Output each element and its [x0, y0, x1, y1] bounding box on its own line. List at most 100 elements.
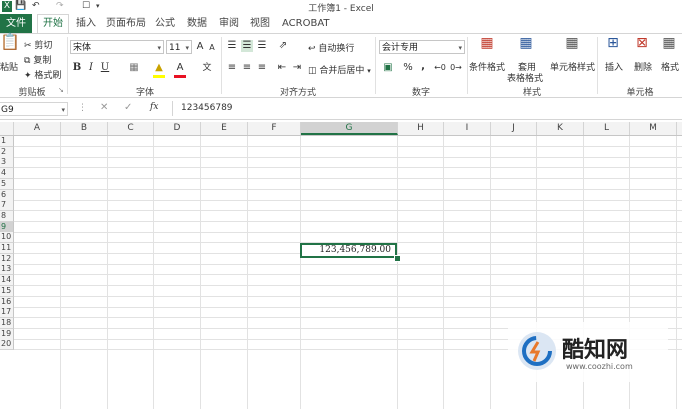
grid-row-line: [14, 264, 682, 265]
delete-cells-button[interactable]: 删除: [634, 60, 652, 73]
comma-button[interactable]: ,: [418, 61, 428, 73]
align-left-icon[interactable]: ≡: [226, 62, 238, 74]
italic-button[interactable]: I: [86, 62, 96, 74]
column-header-selected[interactable]: G: [301, 122, 398, 135]
tab-home[interactable]: 开始: [37, 14, 69, 34]
tab-data[interactable]: 数据: [187, 14, 207, 33]
insert-function-button[interactable]: fx: [150, 102, 158, 112]
border-icon[interactable]: ▦: [128, 62, 140, 74]
row-header[interactable]: 8: [0, 211, 14, 222]
row-header[interactable]: 4: [0, 168, 14, 179]
row-header[interactable]: 15: [0, 286, 14, 297]
column-header[interactable]: D: [154, 122, 201, 135]
align-top-icon[interactable]: ☰: [226, 40, 238, 52]
tab-file[interactable]: 文件: [0, 14, 32, 33]
underline-button[interactable]: U: [100, 62, 110, 74]
align-middle-icon[interactable]: ☰: [241, 40, 253, 52]
row-header[interactable]: 20: [0, 339, 14, 350]
delete-cells-icon[interactable]: ⊠: [633, 36, 651, 50]
font-size-value: 11: [169, 43, 181, 53]
row-header[interactable]: 14: [0, 275, 14, 286]
insert-cells-button[interactable]: 插入: [605, 60, 623, 73]
cell-g9[interactable]: 123,456,789.00: [300, 243, 397, 258]
percent-button[interactable]: %: [402, 62, 414, 74]
cancel-icon[interactable]: ✕: [100, 102, 108, 113]
tab-review[interactable]: 审阅: [219, 14, 239, 33]
row-header[interactable]: 5: [0, 179, 14, 190]
fill-handle[interactable]: [394, 255, 401, 262]
row-header[interactable]: 17: [0, 307, 14, 318]
merge-center-button[interactable]: ◫ 合并后居中 ▾: [308, 63, 371, 76]
cell-styles-icon[interactable]: ▦: [563, 36, 581, 50]
column-header[interactable]: C: [108, 122, 154, 135]
font-size-combo[interactable]: 11 ▾: [166, 40, 192, 54]
clipboard-launcher-icon[interactable]: ↘: [58, 86, 64, 94]
chevron-down-icon: ▾: [185, 44, 189, 52]
column-header[interactable]: J: [491, 122, 537, 135]
row-header[interactable]: 3: [0, 157, 14, 168]
format-cells-icon[interactable]: ▦: [660, 36, 678, 50]
format-as-table-icon[interactable]: ▦: [517, 36, 535, 50]
row-header[interactable]: 1: [0, 136, 14, 147]
tab-formulas[interactable]: 公式: [155, 14, 175, 33]
orientation-icon[interactable]: ⇗: [276, 40, 290, 52]
decrease-indent-icon[interactable]: ⇤: [276, 62, 288, 74]
column-header[interactable]: K: [537, 122, 584, 135]
conditional-format-icon[interactable]: ▦: [478, 36, 496, 50]
align-right-icon[interactable]: ≡: [256, 62, 268, 74]
paste-button[interactable]: 粘贴: [0, 60, 18, 73]
format-painter-button[interactable]: ✦ 格式刷: [24, 68, 61, 81]
align-bottom-icon[interactable]: ☰: [256, 40, 268, 52]
number-format-value: 会计专用: [382, 43, 419, 53]
wrap-text-button[interactable]: ↩ 自动换行: [308, 41, 354, 54]
phonetic-icon[interactable]: 文: [200, 62, 214, 74]
row-header[interactable]: 13: [0, 264, 14, 275]
name-box[interactable]: G9 ▾: [0, 102, 68, 116]
row-header[interactable]: 18: [0, 318, 14, 329]
formula-input[interactable]: 123456789: [172, 101, 682, 116]
column-header[interactable]: M: [630, 122, 677, 135]
chevron-down-icon: ▾: [367, 67, 371, 75]
format-table-line2[interactable]: 表格格式: [507, 71, 543, 84]
column-header[interactable]: H: [398, 122, 444, 135]
grid-row-line: [14, 167, 682, 168]
font-color-icon[interactable]: A: [174, 62, 186, 74]
paste-icon[interactable]: 📋: [0, 34, 20, 58]
name-box-value: G9: [1, 105, 14, 115]
row-header[interactable]: 7: [0, 200, 14, 211]
conditional-format-button[interactable]: 条件格式: [469, 60, 505, 73]
wrap-icon: ↩: [308, 44, 316, 54]
enter-icon[interactable]: ✓: [124, 102, 132, 113]
tab-view[interactable]: 视图: [250, 14, 270, 33]
column-header[interactable]: F: [248, 122, 301, 135]
cut-button[interactable]: ✂ 剪切: [24, 38, 52, 51]
insert-cells-icon[interactable]: ⊞: [604, 36, 622, 50]
tab-acrobat[interactable]: ACROBAT: [282, 14, 330, 33]
decrease-decimal-icon[interactable]: 0→: [449, 62, 463, 74]
column-header[interactable]: I: [444, 122, 491, 135]
font-name-combo[interactable]: 宋体 ▾: [70, 40, 164, 54]
select-all-corner[interactable]: [0, 122, 14, 135]
column-header[interactable]: E: [201, 122, 248, 135]
format-cells-button[interactable]: 格式: [661, 60, 679, 73]
tab-insert[interactable]: 插入: [76, 14, 96, 33]
number-format-combo[interactable]: 会计专用 ▾: [379, 40, 465, 54]
column-header[interactable]: A: [14, 122, 61, 135]
tab-page-layout[interactable]: 页面布局: [106, 14, 146, 33]
cell-styles-button[interactable]: 单元格样式: [550, 60, 595, 73]
accounting-format-icon[interactable]: ▣: [380, 62, 396, 74]
increase-indent-icon[interactable]: ⇥: [291, 62, 303, 74]
grid-row-line: [14, 200, 682, 201]
bold-button[interactable]: B: [72, 62, 82, 74]
column-header[interactable]: L: [584, 122, 630, 135]
fill-color-icon[interactable]: ▲: [153, 62, 165, 74]
align-center-icon[interactable]: ≡: [241, 62, 253, 74]
shrink-font-button[interactable]: A: [207, 42, 217, 54]
grow-font-button[interactable]: A: [195, 41, 205, 53]
copy-button[interactable]: ⧉ 复制: [24, 53, 51, 66]
divider: [67, 37, 68, 94]
increase-decimal-icon[interactable]: ←0: [433, 62, 447, 74]
row-header[interactable]: 11: [0, 243, 14, 254]
column-header[interactable]: B: [61, 122, 108, 135]
row-header[interactable]: 10: [0, 232, 14, 243]
